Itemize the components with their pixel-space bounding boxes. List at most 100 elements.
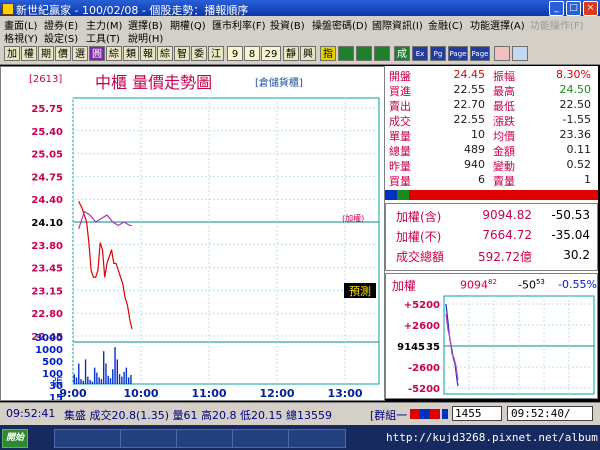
toolbar-button[interactable]: 期 [38,46,54,61]
volume-bar [125,367,128,384]
toolbar-button[interactable]: 委 [191,46,207,61]
mini-value-int: 9094 [460,278,488,292]
mini-tick-label: -5200 [408,384,440,395]
toolbar-button[interactable]: 綜 [106,46,122,61]
menu-item[interactable]: 工具(T) [86,30,120,45]
toolbar-button[interactable]: 圓 [89,46,105,61]
volume-bar [123,371,125,384]
time-tick-label: 13:00 [327,387,362,400]
toolbar-button[interactable]: 報 [140,46,156,61]
mini-chart-box: 加權 909482 -5053 -0.55% +5200 +2600 9145 35-… [385,273,598,399]
volume-bar [84,359,87,384]
toolbar-button[interactable]: Ex [412,46,428,61]
toolbar-button[interactable]: Page [448,46,468,61]
volume-bar [80,379,82,384]
quote-value: 1 [584,173,591,186]
bid-ask-bar-mid [397,190,409,200]
quote-label: 賣量 [493,175,515,188]
print-icon[interactable] [494,46,510,61]
taskbar-item[interactable] [232,429,290,448]
quote-value: 8.30% [556,68,591,81]
taskbar-item[interactable] [176,429,234,448]
toolbar-button[interactable]: 8 [244,46,260,61]
toolbar-button[interactable]: 價 [55,46,71,61]
toolbar-button[interactable]: 靜 [283,46,299,61]
quote-label: 變動 [493,160,515,173]
grid-icon[interactable] [338,46,354,61]
menu-item[interactable]: 匯市利率(F) [212,17,266,32]
stock-code-input[interactable] [452,406,502,421]
quote-value: 489 [464,143,485,156]
volume-bar [93,367,96,384]
menu-item[interactable]: 國際資訊(I) [372,17,423,32]
index-value: 592.72億 [478,250,532,264]
menu-item[interactable]: 期權(Q) [170,17,206,32]
mini-tick-label: 35 [426,342,440,353]
quote-label: 單量 [389,130,411,143]
toolbar-button[interactable]: 成 [394,46,410,61]
volume-bar [73,374,75,384]
volume-bar [121,376,123,384]
quote-label: 成交 [389,115,411,128]
menu-item[interactable]: 操盤密碼(D) [312,17,368,32]
quote-label: 總量 [389,145,411,158]
index-label: 加權(含) [396,210,442,224]
mini-pct: -0.55% [558,278,597,291]
toolbar-button[interactable]: 興 [300,46,316,61]
mini-tick-label: 9145 [397,342,425,353]
volume-bar [107,375,109,384]
time-tick-label: 9:00 [59,387,87,400]
group-label[interactable]: [群組一 [370,407,407,423]
toolbar-button[interactable]: Pg [430,46,446,61]
toolbar-button[interactable]: 指 [320,46,336,61]
quote-row: 買量 6 賣量 1 [385,173,598,188]
mini-change-frac: 53 [535,278,545,286]
toolbar-button[interactable]: 智 [174,46,190,61]
toolbar-button[interactable]: 綜 [157,46,173,61]
quote-label: 均價 [493,130,515,143]
volume-bar [127,377,130,384]
volume-bar [89,379,91,384]
menu-item[interactable]: 功能操作(F) [530,17,584,32]
menu-item[interactable]: 功能選擇(A) [470,17,525,32]
app-icon [2,3,14,15]
mini-index-chart: +5200 +2600 9145 35 -2600 -5200 [397,295,595,395]
menu-item[interactable]: 投資(B) [270,17,305,32]
menu-item[interactable]: 設定(S) [44,30,78,45]
quote-value: 24.50 [559,83,592,96]
toolbar-button[interactable]: 類 [123,46,139,61]
menu-item[interactable]: 格視(Y) [4,30,38,45]
toolbar-button[interactable]: 江 [208,46,224,61]
quote-row: 總量 489 金額 0.11 [385,143,598,158]
taskbar-item[interactable] [288,429,346,448]
volume-bar [91,381,94,384]
close-button[interactable]: × [583,1,598,16]
index-box: 加權(含) 9094.82 -50.53 加權(不) 7664.72 -35.04 成交總額… [385,203,598,271]
toolbar-button[interactable]: 選 [72,46,88,61]
maximize-button[interactable]: □ [566,1,581,16]
volume-tick-label: 15 [49,393,63,400]
index-change: -50.53 [551,208,590,222]
quote-label: 金額 [493,145,515,158]
toolbar-button[interactable]: 權 [21,46,37,61]
menu-item[interactable]: 金融(C) [428,17,463,32]
volume-unit-label: 張 [52,376,63,389]
start-button[interactable]: 開始 [2,429,29,448]
toolbar-button[interactable]: 加 [4,46,20,61]
quote-row: 單量 10 均價 23.36 [385,128,598,143]
window-icon[interactable] [512,46,528,61]
quote-panel: 開盤 24.45 振幅 8.30% 買進 22.55 最高 24.50 賣出 22.70 最低 22.… [385,66,598,399]
table-icon[interactable] [374,46,390,61]
toolbar-button[interactable]: 29 [261,46,281,61]
toolbar-button[interactable]: Page [470,46,490,61]
taskbar-item[interactable] [120,429,178,448]
index-value: 7664.72 [482,228,532,242]
minimize-button[interactable]: _ [549,1,564,16]
price-tick-label: 25.75 [31,104,63,115]
toolbar-button[interactable]: 9 [227,46,243,61]
chart-icon[interactable] [356,46,372,61]
taskbar-item[interactable] [54,429,122,448]
quote-label: 買量 [389,175,411,188]
menu-item[interactable]: 說明(H) [128,30,163,45]
group-color-chip [442,409,448,419]
